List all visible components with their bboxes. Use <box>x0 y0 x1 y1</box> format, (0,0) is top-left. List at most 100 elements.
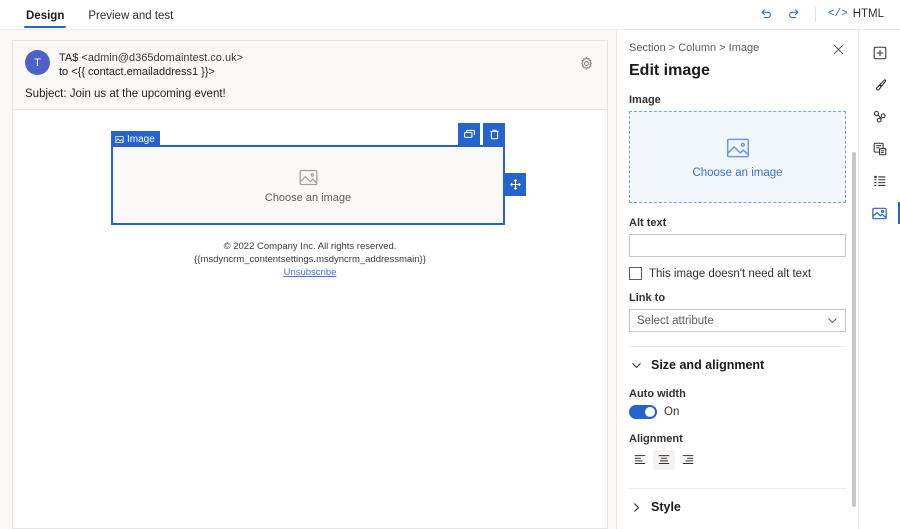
panel-title: Edit image <box>629 62 844 80</box>
styles-button[interactable] <box>863 70 897 100</box>
align-center-icon <box>657 453 671 467</box>
panel-scrollbar[interactable] <box>852 152 856 507</box>
main-tabs: Design Preview and test <box>0 0 189 29</box>
text-content-button[interactable] <box>863 166 897 196</box>
unsubscribe-link[interactable]: Unsubscribe <box>284 267 337 278</box>
move-block-handle[interactable] <box>505 173 526 196</box>
style-section-title: Style <box>651 500 681 514</box>
email-card: T TA$ <admin@d365domaintest.co.uk> to <{… <box>12 40 608 529</box>
auto-width-toggle[interactable] <box>629 405 657 419</box>
email-canvas: T TA$ <admin@d365domaintest.co.uk> to <{… <box>0 30 616 529</box>
no-alt-text-checkbox-row[interactable]: This image doesn't need alt text <box>629 267 846 280</box>
duplicate-icon <box>463 128 476 141</box>
block-label-text: Image <box>127 134 155 145</box>
recipient-line: to <{{ contact.emailaddress1 }}> <box>59 65 243 79</box>
alt-text-input[interactable] <box>629 234 846 257</box>
redo-icon <box>787 7 801 21</box>
workspace: T TA$ <admin@d365domaintest.co.uk> to <{… <box>0 30 900 529</box>
add-element-icon <box>872 45 888 61</box>
align-left-button[interactable] <box>629 450 651 470</box>
redo-button[interactable] <box>781 4 807 24</box>
image-placeholder-icon <box>725 135 751 161</box>
add-element-button[interactable] <box>863 38 897 68</box>
undo-icon <box>759 7 773 21</box>
image-icon <box>115 135 124 144</box>
link-to-selected-value: Select attribute <box>637 315 714 327</box>
brush-styles-icon <box>872 77 888 93</box>
footer-copyright: © 2022 Company Inc. All rights reserved. <box>13 240 607 253</box>
sender-name: TA$ <box>59 52 78 64</box>
align-right-button[interactable] <box>677 450 699 470</box>
image-library-button[interactable] <box>863 198 897 228</box>
auto-width-row: On <box>629 405 846 419</box>
templates-button[interactable] <box>863 134 897 164</box>
from-lines: TA$ <admin@d365domaintest.co.uk> to <{{ … <box>59 50 243 79</box>
chevron-right-icon <box>631 502 641 513</box>
image-placeholder-glyph <box>298 167 319 188</box>
top-command-bar: Design Preview and test </> HTML <box>0 0 900 29</box>
image-library-icon <box>871 205 888 222</box>
chevron-down-icon <box>631 360 641 371</box>
email-designer-app: Design Preview and test </> HTML <box>0 0 900 529</box>
duplicate-block-button[interactable] <box>458 123 480 145</box>
avatar: T <box>25 50 50 75</box>
html-button-label: HTML <box>853 8 884 20</box>
selected-image-block[interactable]: Image <box>111 145 505 225</box>
auto-width-label: Auto width <box>629 388 846 400</box>
email-body: Image <box>13 110 607 502</box>
image-placeholder-text: Choose an image <box>265 192 351 204</box>
gear-icon <box>579 56 594 71</box>
panel-body: Image Choose an image Alt text This imag… <box>617 80 858 529</box>
html-view-button[interactable]: </> HTML <box>824 6 888 22</box>
components-icon <box>872 109 888 125</box>
from-row: T TA$ <admin@d365domaintest.co.uk> to <{… <box>25 50 597 79</box>
email-header: T TA$ <admin@d365domaintest.co.uk> to <{… <box>13 41 607 110</box>
no-alt-text-label: This image doesn't need alt text <box>649 268 811 280</box>
toolbar-divider <box>815 7 816 22</box>
right-icon-rail <box>858 30 900 529</box>
templates-icon <box>872 141 888 157</box>
undo-button[interactable] <box>753 4 779 24</box>
image-dropzone[interactable]: Choose an image <box>629 111 846 203</box>
breadcrumb[interactable]: Section > Column > Image <box>629 42 844 54</box>
text-content-icon <box>872 173 888 189</box>
chevron-down-icon <box>827 315 838 326</box>
code-icon: </> <box>828 8 848 20</box>
close-icon <box>833 44 844 55</box>
size-and-alignment-title: Size and alignment <box>651 358 764 372</box>
trash-icon <box>488 128 501 141</box>
style-section-header[interactable]: Style <box>629 489 846 514</box>
email-footer: © 2022 Company Inc. All rights reserved.… <box>13 240 607 279</box>
link-to-label: Link to <box>629 292 846 304</box>
move-icon <box>509 178 522 191</box>
email-settings-button[interactable] <box>577 54 595 72</box>
delete-block-button[interactable] <box>483 123 505 145</box>
close-panel-button[interactable] <box>830 41 846 57</box>
email-subject: Subject: Join us at the upcoming event! <box>25 79 597 109</box>
alignment-button-group <box>629 450 846 470</box>
alignment-label: Alignment <box>629 433 846 445</box>
align-center-button[interactable] <box>653 450 675 470</box>
link-to-select[interactable]: Select attribute <box>629 309 846 332</box>
toggle-knob <box>645 407 655 417</box>
image-field-label: Image <box>629 94 846 106</box>
image-placeholder-icon <box>298 167 319 188</box>
topbar-actions: </> HTML <box>753 4 888 24</box>
tab-preview-and-test[interactable]: Preview and test <box>80 10 181 29</box>
footer-address-token: {{msdyncrm_contentsettings.msdyncrm_addr… <box>13 253 607 266</box>
align-left-icon <box>633 453 647 467</box>
panel-header: Section > Column > Image Edit image <box>617 30 858 80</box>
components-button[interactable] <box>863 102 897 132</box>
block-toolbar <box>458 123 505 145</box>
auto-width-state: On <box>664 406 679 418</box>
tab-design[interactable]: Design <box>18 10 72 29</box>
sender-line: TA$ <admin@d365domaintest.co.uk> <box>59 51 243 65</box>
dropzone-label: Choose an image <box>692 167 782 179</box>
size-and-alignment-section-header[interactable]: Size and alignment <box>629 347 846 372</box>
block-type-label: Image <box>111 131 160 147</box>
properties-panel: Section > Column > Image Edit image Imag… <box>616 30 858 529</box>
sender-address: <admin@d365domaintest.co.uk> <box>81 52 243 64</box>
no-alt-text-checkbox[interactable] <box>629 267 642 280</box>
align-right-icon <box>681 453 695 467</box>
alt-text-label: Alt text <box>629 217 846 229</box>
